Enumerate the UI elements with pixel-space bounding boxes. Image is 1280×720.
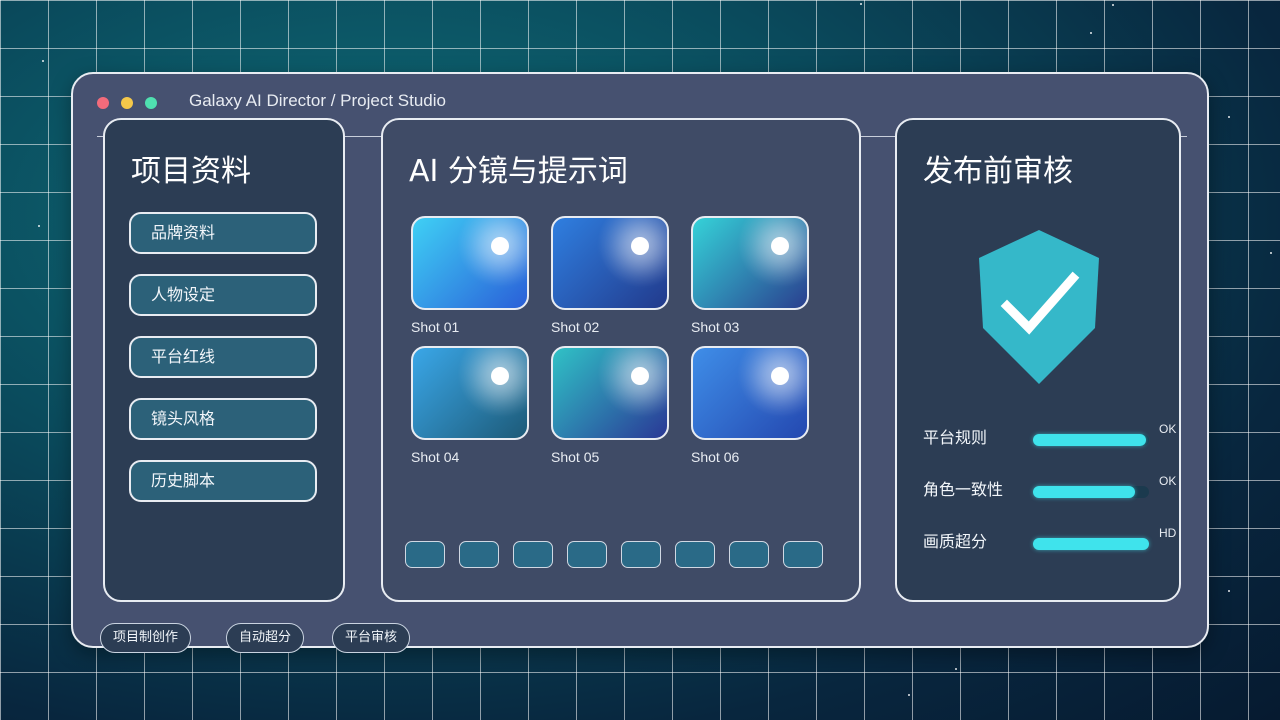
sun-icon (771, 237, 789, 255)
background-star (1270, 252, 1272, 254)
shot-thumbnail[interactable] (411, 216, 529, 310)
background-star (1228, 116, 1230, 118)
shot-card: Shot 03 (691, 216, 809, 335)
check-progress-bar (1033, 486, 1149, 498)
shot-thumbnail[interactable] (691, 216, 809, 310)
minimize-window-button[interactable] (121, 97, 133, 109)
background-star (955, 668, 957, 670)
background-star (1090, 32, 1092, 34)
check-progress-bar (1033, 538, 1149, 550)
tag-project-creation[interactable]: 项目制创作 (100, 623, 192, 653)
shot-card: Shot 04 (411, 346, 529, 465)
shot-card: Shot 06 (691, 346, 809, 465)
storyboard-panel: AI 分镜与提示词 Shot 01 Shot 02 Shot 03 Shot 0… (381, 118, 861, 602)
review-title: 发布前审核 (923, 154, 1073, 189)
nav-item-shot-style[interactable]: 镜头风格 (129, 398, 317, 440)
timeline-chip[interactable] (459, 541, 499, 568)
shot-card: Shot 02 (551, 216, 669, 335)
sun-icon (491, 237, 509, 255)
shot-thumbnail[interactable] (411, 346, 529, 440)
timeline-chip[interactable] (405, 541, 445, 568)
check-row-super-resolution: 画质超分 HD (923, 526, 1177, 552)
shot-card: Shot 05 (551, 346, 669, 465)
timeline-chip[interactable] (675, 541, 715, 568)
check-progress-fill (1033, 486, 1136, 498)
shot-thumbnail[interactable] (551, 216, 669, 310)
timeline-chip[interactable] (513, 541, 553, 568)
check-status: OK (1159, 474, 1177, 488)
tag-platform-review[interactable]: 平台审核 (332, 623, 411, 653)
background-star (860, 3, 862, 5)
project-info-title: 项目资料 (131, 154, 251, 189)
timeline-chip[interactable] (567, 541, 607, 568)
nav-item-platform-redlines[interactable]: 平台红线 (129, 336, 317, 378)
timeline-chip[interactable] (729, 541, 769, 568)
sun-icon (771, 367, 789, 385)
shot-label: Shot 04 (411, 449, 460, 465)
background-star (38, 225, 40, 227)
check-progress-fill (1033, 538, 1149, 550)
shot-label: Shot 03 (691, 319, 740, 335)
shot-card: Shot 01 (411, 216, 529, 335)
shot-thumbnail[interactable] (551, 346, 669, 440)
check-row-character-consistency: 角色一致性 OK (923, 474, 1177, 500)
background-star (908, 694, 910, 696)
check-label: 角色一致性 (923, 480, 1004, 499)
storyboard-title: AI 分镜与提示词 (409, 154, 628, 189)
shot-label: Shot 05 (551, 449, 600, 465)
background-star (1228, 590, 1230, 592)
close-window-button[interactable] (97, 97, 109, 109)
app-window: Galaxy AI Director / Project Studio 项目资料… (71, 72, 1209, 648)
shot-label: Shot 02 (551, 319, 600, 335)
nav-item-character-settings[interactable]: 人物设定 (129, 274, 317, 316)
check-progress-bar (1033, 434, 1149, 446)
shot-thumbnail[interactable] (691, 346, 809, 440)
project-info-panel: 项目资料 品牌资料 人物设定 平台红线 镜头风格 历史脚本 (103, 118, 345, 602)
check-progress-fill (1033, 434, 1146, 446)
shot-label: Shot 01 (411, 319, 460, 335)
nav-item-history-scripts[interactable]: 历史脚本 (129, 460, 317, 502)
timeline-chip[interactable] (621, 541, 661, 568)
background-star (1112, 4, 1114, 6)
check-status: OK (1159, 422, 1177, 436)
tag-auto-upscale[interactable]: 自动超分 (226, 623, 305, 653)
sun-icon (631, 367, 649, 385)
background-star (42, 60, 44, 62)
timeline-chip[interactable] (783, 541, 823, 568)
check-row-platform-rules: 平台规则 OK (923, 422, 1177, 448)
pre-publish-review-panel: 发布前审核 平台规则 OK 角色一致性 OK 画质超分 HD (895, 118, 1181, 602)
window-title: Galaxy AI Director / Project Studio (189, 91, 446, 110)
check-status: HD (1159, 526, 1177, 540)
sun-icon (491, 367, 509, 385)
sun-icon (631, 237, 649, 255)
check-label: 平台规则 (923, 428, 988, 447)
check-label: 画质超分 (923, 532, 988, 551)
shot-label: Shot 06 (691, 449, 740, 465)
shield-check-icon (979, 230, 1099, 384)
nav-item-brand-info[interactable]: 品牌资料 (129, 212, 317, 254)
maximize-window-button[interactable] (145, 97, 157, 109)
